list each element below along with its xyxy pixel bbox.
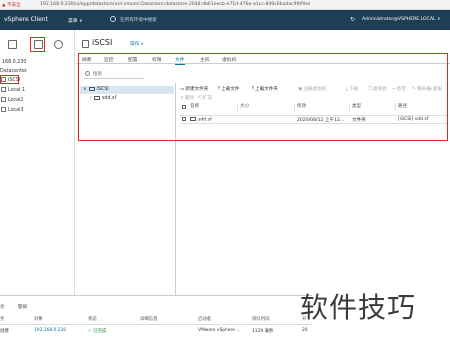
datastore-icon xyxy=(1,97,6,102)
user-menu[interactable]: Administrator@VSPHERE.LOCAL ∨ xyxy=(362,17,440,22)
watermark-text: 软件技巧 xyxy=(300,291,417,324)
browser-address-bar: ▲ 不安全 192.168.0.230/ui/app/datastore/urn… xyxy=(0,0,450,10)
tree-datastore-iscsi[interactable]: iSCSI xyxy=(1,77,20,83)
security-warning[interactable]: ▲ 不安全 xyxy=(2,2,21,8)
datastores-highlight xyxy=(30,37,45,52)
url-text[interactable]: 192.168.0.230/ui/app/datastore/urn:vmomi… xyxy=(40,2,310,7)
inventory-navigator: 168.0.230 Datacenter iSCSI Local 1 Local… xyxy=(0,30,75,295)
refresh-icon[interactable]: ↻ xyxy=(350,16,355,23)
global-search-placeholder: 在所有环境中搜索 xyxy=(120,18,157,23)
menu-dropdown[interactable]: 菜单 ∨ xyxy=(68,17,83,24)
networks-icon[interactable] xyxy=(54,40,63,49)
datastore-title-icon xyxy=(82,40,89,48)
tree-datastore-local2[interactable]: Local2 xyxy=(1,97,24,103)
col-task[interactable]: 务 xyxy=(0,316,4,322)
tab-alarms[interactable]: 警报 xyxy=(18,304,27,310)
datastore-icon xyxy=(1,77,6,82)
search-icon xyxy=(110,16,116,22)
task-queued: 1129 毫秒 xyxy=(252,329,274,334)
col-queued[interactable]: 排队时间 xyxy=(252,316,270,322)
task-start: 20 xyxy=(302,328,308,333)
app-brand[interactable]: vSphere Client xyxy=(4,16,48,23)
app-header: vSphere Client 菜单 ∨ 在所有环境中搜索 ↻ Administr… xyxy=(0,10,450,30)
hosts-clusters-icon[interactable] xyxy=(8,40,17,49)
tree-datastore-local3[interactable]: Local3 xyxy=(1,107,24,113)
tree-datastore-local1[interactable]: Local 1 xyxy=(1,87,25,93)
tree-datacenter[interactable]: Datacenter xyxy=(0,69,27,74)
task-name: 创建 xyxy=(0,329,9,334)
actions-menu[interactable]: 操作 ∨ xyxy=(130,41,144,47)
global-search[interactable]: 在所有环境中搜索 xyxy=(110,15,210,25)
tree-host[interactable]: 168.0.230 xyxy=(2,60,26,65)
col-object[interactable]: 对象 xyxy=(34,316,43,322)
tab-recent-tasks[interactable]: 务 xyxy=(0,304,5,310)
datastore-icon xyxy=(1,107,6,112)
task-initiator: VMware vSphere ... xyxy=(198,328,241,333)
task-status: ✓ 已完成 xyxy=(88,329,107,334)
col-initiator[interactable]: 启动者 xyxy=(198,316,211,322)
col-status[interactable]: 状态 xyxy=(88,316,97,322)
files-highlight-frame xyxy=(78,53,448,141)
page-title: iSCSI xyxy=(92,38,113,47)
datastore-icon xyxy=(1,87,6,92)
task-object-link[interactable]: 192.168.0.230 xyxy=(34,328,66,333)
col-details[interactable]: 详细信息 xyxy=(140,316,158,322)
